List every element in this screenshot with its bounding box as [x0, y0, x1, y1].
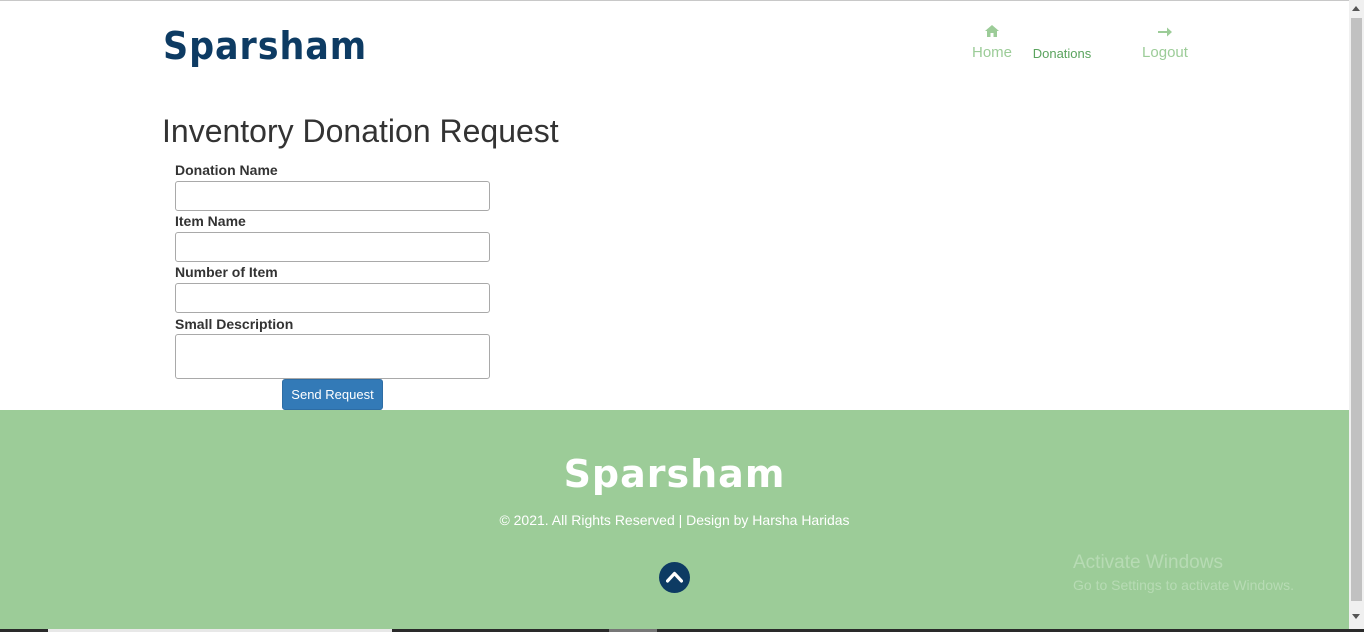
- nav-logout[interactable]: Logout: [1138, 24, 1192, 61]
- watermark-title: Activate Windows: [1073, 552, 1223, 573]
- nav-home[interactable]: Home: [969, 24, 1015, 61]
- scroll-up-arrow-icon[interactable]: [1352, 6, 1360, 11]
- scroll-to-top-button[interactable]: [659, 562, 690, 593]
- home-icon: [969, 24, 1015, 44]
- footer: Sparsham © 2021. All Rights Reserved | D…: [0, 410, 1349, 629]
- donation-name-label: Donation Name: [175, 162, 278, 178]
- item-name-input[interactable]: [175, 232, 490, 262]
- nav-donations-label: Donations: [1032, 46, 1092, 61]
- chevron-up-icon: [666, 571, 683, 583]
- donation-name-input[interactable]: [175, 181, 490, 211]
- nav-donations[interactable]: Donations: [1026, 46, 1098, 61]
- page-title: Inventory Donation Request: [162, 113, 559, 149]
- nav-home-label: Home: [971, 44, 1012, 61]
- footer-copyright: © 2021. All Rights Reserved | Design by …: [499, 512, 850, 528]
- footer-logo: Sparsham: [563, 452, 786, 496]
- top-border: [0, 0, 1349, 4]
- nav-logout-label: Logout: [1142, 44, 1188, 61]
- activate-windows-watermark: Activate Windows Go to Settings to activ…: [1073, 552, 1294, 593]
- number-of-item-label: Number of Item: [175, 264, 278, 280]
- small-description-textarea[interactable]: [175, 334, 490, 379]
- small-description-label: Small Description: [175, 316, 294, 332]
- item-name-label: Item Name: [175, 213, 246, 229]
- watermark-subtitle: Go to Settings to activate Windows.: [1073, 577, 1294, 593]
- site-logo[interactable]: Sparsham: [163, 24, 367, 68]
- scrollbar-thumb[interactable]: [1351, 18, 1362, 601]
- arrow-right-icon: [1138, 24, 1192, 44]
- number-of-item-input[interactable]: [175, 283, 490, 313]
- send-request-button[interactable]: Send Request: [282, 379, 383, 410]
- scroll-down-arrow-icon[interactable]: [1352, 614, 1360, 619]
